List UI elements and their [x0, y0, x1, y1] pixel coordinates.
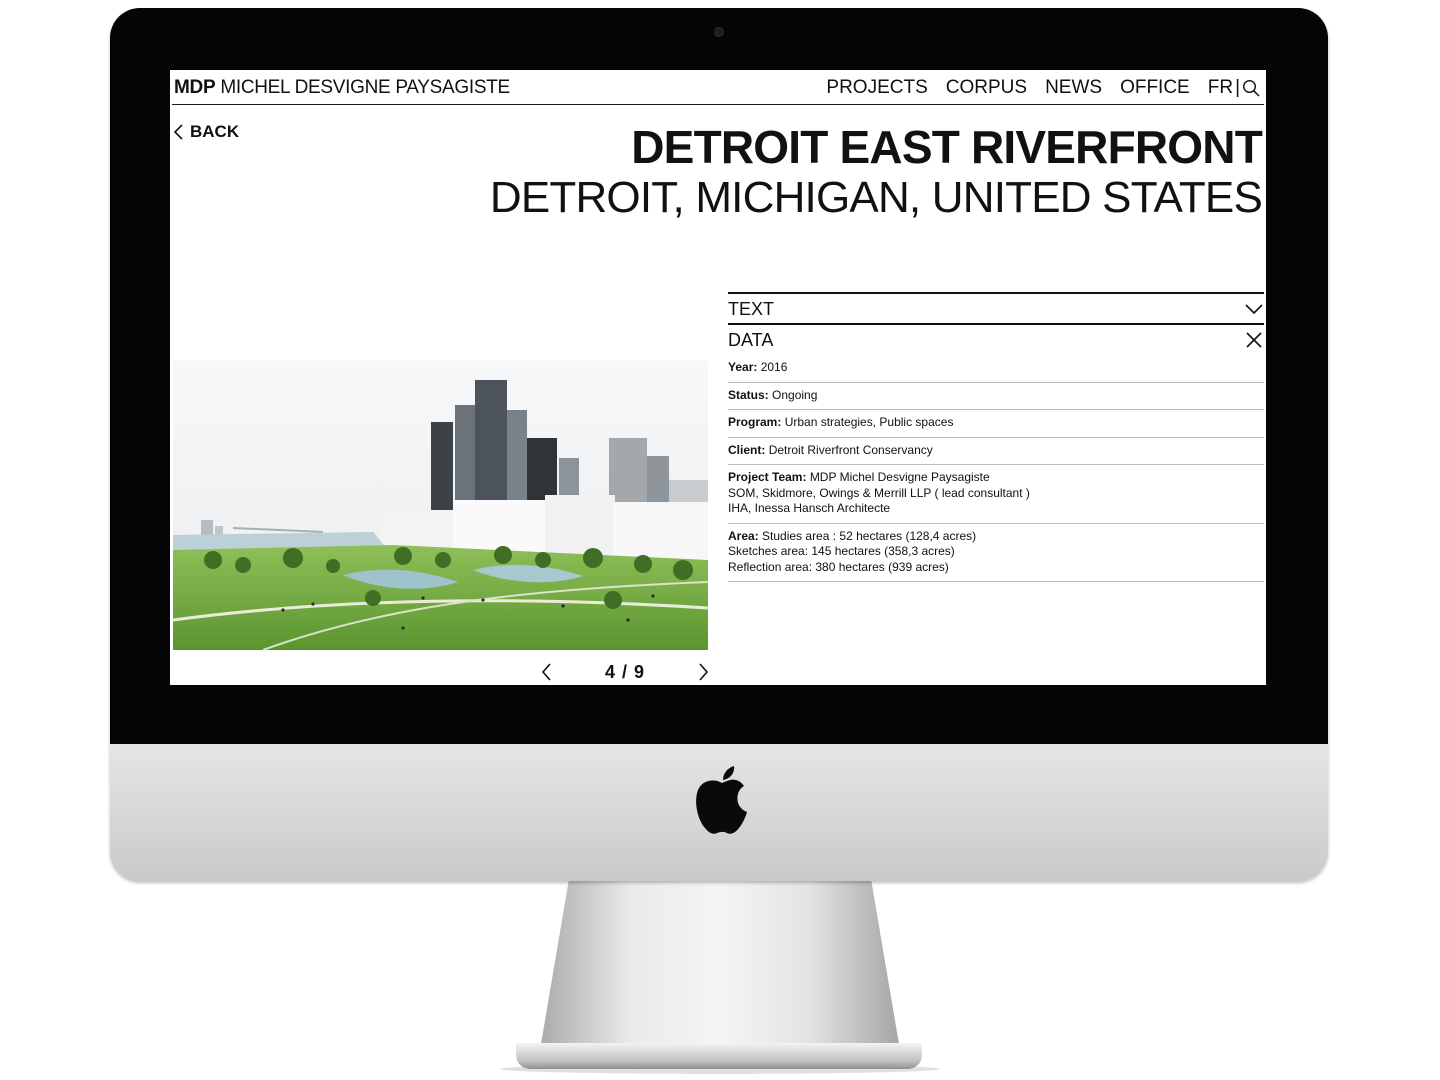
accordion-data-header[interactable]: DATA [728, 323, 1264, 354]
brand-abbr: MDP [174, 77, 216, 98]
data-key: Area: [728, 528, 759, 543]
data-value: 2016 [760, 360, 788, 374]
chevron-left-icon [174, 124, 183, 140]
data-value: Ongoing [772, 387, 818, 402]
accordion-text-header[interactable]: TEXT [728, 292, 1264, 323]
main-nav: PROJECTS CORPUS NEWS OFFICE FR | [808, 77, 1260, 99]
language-switch-fr[interactable]: FR [1208, 77, 1233, 99]
data-row-year: Year: 2016 [728, 354, 1264, 383]
data-value: Detroit Riverfront Conservancy [768, 442, 933, 457]
project-image[interactable] [173, 360, 708, 650]
site-header: MDP MICHEL DESVIGNE PAYSAGISTE PROJECTS … [172, 70, 1264, 105]
project-heading: DETROIT EAST RIVERFRONT DETROIT, MICHIGA… [489, 121, 1263, 222]
apple-logo-icon [696, 766, 747, 834]
project-title: DETROIT EAST RIVERFRONT [631, 121, 1263, 173]
data-value: Urban strategies, Public spaces [784, 415, 954, 429]
imac-chin [110, 744, 1328, 881]
nav-news[interactable]: NEWS [1045, 77, 1102, 99]
data-rows: Year: 2016 Status: Ongoing Program: Urba… [728, 354, 1264, 582]
site-logo[interactable]: MDP MICHEL DESVIGNE PAYSAGISTE [174, 77, 510, 99]
data-key: Client: [728, 442, 766, 457]
chevron-right-icon[interactable] [696, 662, 710, 682]
browser-viewport: MDP MICHEL DESVIGNE PAYSAGISTE PROJECTS … [170, 70, 1266, 685]
nav-office[interactable]: OFFICE [1120, 77, 1190, 99]
data-row-project-team: Project Team: MDP Michel Desvigne Paysag… [728, 465, 1264, 524]
data-value: Reflection area: 380 hectares (939 acres… [728, 559, 949, 574]
imac-stand [540, 880, 900, 1050]
data-key: Year: [728, 360, 758, 374]
data-value: Studies area : 52 hectares (128,4 acres) [762, 528, 977, 543]
chevron-left-icon[interactable] [540, 662, 554, 682]
data-value: IHA, Inessa Hansch Architecte [728, 501, 891, 515]
accordion-text-label: TEXT [728, 299, 775, 319]
close-icon[interactable] [1244, 330, 1264, 350]
riverfront-rendering [173, 360, 708, 650]
search-icon[interactable] [1242, 79, 1260, 97]
chevron-down-icon[interactable] [1244, 299, 1264, 319]
project-location: DETROIT, MICHIGAN, UNITED STATES [489, 173, 1263, 222]
data-key: Project Team: [728, 470, 807, 484]
data-row-status: Status: Ongoing [728, 383, 1264, 410]
data-value: SOM, Skidmore, Owings & Merrill LLP ( le… [728, 485, 1030, 500]
data-row-client: Client: Detroit Riverfront Conservancy [728, 438, 1264, 465]
data-row-area: Area: Studies area : 52 hectares (128,4 … [728, 524, 1264, 582]
data-value: MDP Michel Desvigne Paysagiste [809, 470, 990, 484]
gallery-counter: 4 / 9 [604, 661, 646, 682]
accordion-data-label: DATA [728, 330, 774, 350]
back-link[interactable]: BACK [174, 122, 239, 142]
data-row-program: Program: Urban strategies, Public spaces [728, 410, 1264, 438]
back-label: BACK [190, 122, 240, 141]
nav-projects[interactable]: PROJECTS [826, 77, 927, 99]
data-value: Sketches area: 145 hectares (358,3 acres… [728, 544, 955, 558]
project-info-panel: TEXT DATA Year: 2016 Status: Ongoing Pro… [728, 292, 1264, 582]
data-key: Status: [728, 387, 769, 402]
webcam-icon [715, 28, 723, 36]
imac-stand-foot [516, 1043, 922, 1069]
nav-separator: | [1235, 77, 1240, 98]
gallery-pager: 4 / 9 [540, 660, 710, 684]
nav-corpus[interactable]: CORPUS [946, 77, 1027, 99]
data-key: Program: [728, 415, 782, 429]
brand-name: MICHEL DESVIGNE PAYSAGISTE [220, 77, 510, 98]
